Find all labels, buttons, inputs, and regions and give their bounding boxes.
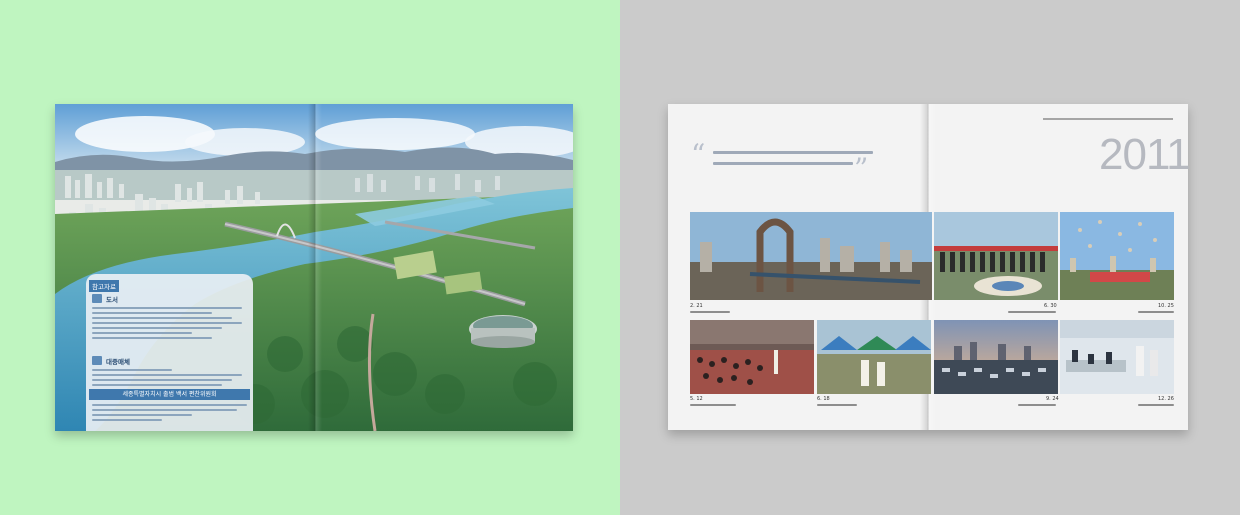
photo-caption-1 [690,311,730,313]
photo-date-2: 6. 30 [1044,303,1057,309]
book-icon [92,294,102,303]
photo-outdoor-festival [817,320,931,394]
books-list [92,307,248,342]
photo-date-1: 2. 21 [690,303,703,309]
photo-caption-7 [1138,404,1174,406]
photo-city-sunset [934,320,1058,394]
reference-info-box: 참고자료 도서 대중매체 세종특별자치시 출범 백서 편찬위원회 [86,274,253,431]
year-heading: 2011 [1099,130,1191,179]
committee-list [92,404,248,424]
photo-caption-3 [1138,311,1174,313]
photo-construction [690,212,932,300]
committee-band: 세종특별자치시 출범 백서 편찬위원회 [89,389,250,400]
quote-line-1 [713,151,873,154]
photo-date-5: 6. 18 [817,396,830,402]
media-heading: 대중매체 [106,358,130,366]
book-gutter [308,104,322,431]
photo-caption-5 [817,404,857,406]
photo-auditorium [690,320,814,394]
photo-balloon-event [1060,212,1174,300]
quote-line-2 [713,162,853,165]
photo-date-6: 9. 24 [1046,396,1059,402]
right-book-spread: 2011 “ ” 2. 21 6. 30 10. 25 5. 12 6. 18 … [668,104,1191,430]
photo-ceremony [934,212,1058,300]
photo-caption-6 [1018,404,1056,406]
photo-office-opening [1060,320,1174,394]
open-quote-icon: “ [691,138,706,171]
media-list [92,369,248,389]
close-quote-icon: ” [854,152,869,185]
photo-date-3: 10. 25 [1158,303,1174,309]
photo-date-7: 12. 26 [1158,396,1174,402]
photo-caption-4 [690,404,736,406]
photo-date-4: 5. 12 [690,396,703,402]
photo-caption-2 [1008,311,1056,313]
left-book-spread: 참고자료 도서 대중매체 세종특별자치시 출범 백서 편찬위원회 [55,104,573,431]
books-heading: 도서 [106,296,118,304]
running-header [1043,118,1173,120]
media-icon [92,356,102,365]
reference-tag: 참고자료 [89,280,119,292]
